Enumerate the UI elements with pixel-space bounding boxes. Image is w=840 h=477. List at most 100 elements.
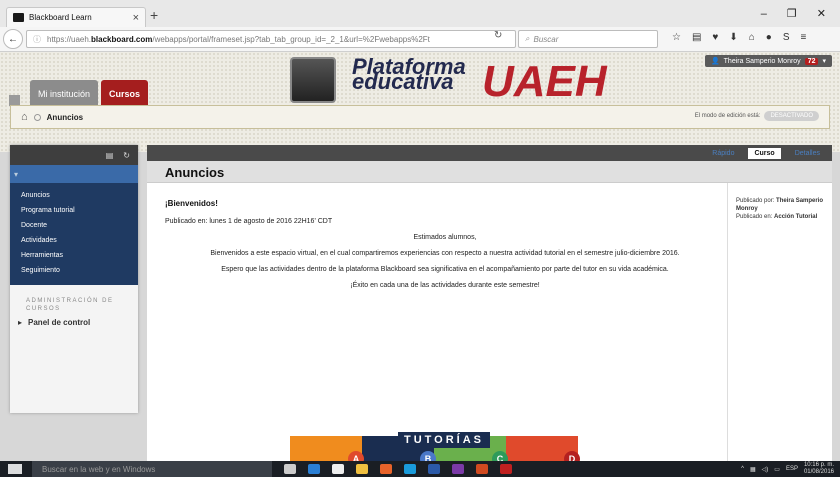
pocket-icon[interactable]: ♥ xyxy=(712,32,718,43)
user-icon: 👤 xyxy=(710,58,720,65)
announcement-p1: Estimados alumnos, xyxy=(413,234,477,241)
sidebar-item-herramientas[interactable]: Herramientas xyxy=(10,249,138,264)
edit-mode-switch[interactable]: DESACTIVADO xyxy=(764,111,819,121)
volume-icon[interactable]: ◁) xyxy=(762,466,769,473)
collapse-arrow-icon[interactable]: ▾ xyxy=(14,170,18,179)
announcement-body: Estimados alumnos, Bienvenidos a este es… xyxy=(165,234,725,289)
tab-detalles[interactable]: Detalles xyxy=(789,148,826,159)
tab-curso[interactable]: Curso xyxy=(748,147,781,159)
uaeh-crest-logo xyxy=(290,57,336,103)
clock-date: 01/08/2016 xyxy=(803,469,834,475)
breadcrumb[interactable]: Anuncios xyxy=(47,113,83,122)
notification-icon[interactable]: ▭ xyxy=(774,466,780,473)
reload-icon[interactable]: ↻ xyxy=(494,30,502,41)
announcement-p2: Bienvenidos a este espacio virtual, en e… xyxy=(210,250,680,257)
home-icon[interactable]: ⌂ xyxy=(21,111,28,123)
powerpoint-icon[interactable] xyxy=(476,464,488,474)
clock[interactable]: 10:16 p. m. 01/08/2016 xyxy=(804,462,834,476)
edit-mode-toggle: El modo de edición está: DESACTIVADO xyxy=(695,111,819,121)
sidebar-item-docente[interactable]: Docente xyxy=(10,219,138,234)
browser-search-box[interactable]: ⌕ Buscar xyxy=(518,30,658,48)
site-header: 👤 Theira Samperio Monroy 72 ▾ Plataforma… xyxy=(0,52,840,152)
content-area: Rápido Curso Detalles Anuncios ¡Bienveni… xyxy=(147,145,832,461)
dropdown-icon[interactable]: ▾ xyxy=(822,57,826,65)
close-window-icon[interactable]: ✕ xyxy=(817,7,826,20)
banner-letter-c: C xyxy=(492,451,508,461)
announcement-date: Publicado en: lunes 1 de agosto de 2016 … xyxy=(165,218,333,225)
breadcrumb-separator-icon xyxy=(33,113,41,121)
edge-icon[interactable] xyxy=(308,464,320,474)
blackboard-favicon-icon xyxy=(13,13,24,22)
url-domain: blackboard.com xyxy=(91,34,153,44)
sidebar-item-actividades[interactable]: Actividades xyxy=(10,234,138,249)
page-area: 👤 Theira Samperio Monroy 72 ▾ Plataforma… xyxy=(0,52,840,461)
banner-letter-d: D xyxy=(564,451,580,461)
sidebar-item-anuncios[interactable]: Anuncios xyxy=(10,189,138,204)
acrobat-icon[interactable] xyxy=(500,464,512,474)
logo-line2: educativa xyxy=(352,69,454,94)
app-icon[interactable] xyxy=(452,464,464,474)
logo-uaeh: UAEH xyxy=(482,57,607,106)
window-controls: – ❐ ✕ xyxy=(761,0,840,27)
browser-tab-bar: Blackboard Learn × + – ❐ ✕ xyxy=(0,0,840,27)
browser-tab[interactable]: Blackboard Learn × xyxy=(6,7,146,27)
course-menu-list: Anuncios Programa tutorial Docente Activ… xyxy=(10,183,138,285)
sidebar-item-seguimiento[interactable]: Seguimiento xyxy=(10,264,138,279)
task-view-icon[interactable] xyxy=(284,464,296,474)
tab-rapido[interactable]: Rápido xyxy=(706,148,740,159)
file-explorer-icon[interactable] xyxy=(356,464,368,474)
announcement: ¡Bienvenidos! Publicado en: lunes 1 de a… xyxy=(165,199,725,289)
control-panel-item[interactable]: ▸ Panel de control xyxy=(10,313,138,327)
firefox-icon[interactable] xyxy=(380,464,392,474)
menu-icon[interactable]: ≡ xyxy=(801,32,807,43)
skype-taskbar-icon[interactable] xyxy=(404,464,416,474)
close-tab-icon[interactable]: × xyxy=(133,12,139,24)
search-placeholder: Buscar xyxy=(533,34,559,44)
language-indicator[interactable]: ESP xyxy=(786,466,798,472)
taskbar-search[interactable]: Buscar en la web y en Windows xyxy=(32,461,272,477)
announcement-p4: ¡Éxito en cada una de las actividades du… xyxy=(350,282,540,289)
network-icon[interactable]: ▦ xyxy=(750,466,756,473)
home-icon[interactable]: ⌂ xyxy=(749,32,755,43)
main-tabs: Mi institución Cursos xyxy=(30,80,149,105)
windows-taskbar: Buscar en la web y en Windows ^ ▦ ◁) ▭ E… xyxy=(0,461,840,477)
maximize-icon[interactable]: ❐ xyxy=(787,7,797,20)
control-panel-label: Panel de control xyxy=(28,318,91,327)
store-icon[interactable] xyxy=(332,464,344,474)
reading-list-icon[interactable]: ▤ xyxy=(692,32,701,43)
tab-mi-institucion[interactable]: Mi institución xyxy=(30,80,99,105)
new-tab-button[interactable]: + xyxy=(150,7,158,23)
url-prefix: https://uaeh. xyxy=(47,34,92,44)
tray-up-icon[interactable]: ^ xyxy=(741,466,744,472)
extension-icon[interactable]: ● xyxy=(766,32,772,43)
admin-heading: ADMINISTRACIÓN DE CURSOS xyxy=(26,298,114,312)
view-tabs: Rápido Curso Detalles xyxy=(147,145,832,161)
refresh-icon[interactable]: ↻ xyxy=(123,151,130,160)
download-icon[interactable]: ⬇ xyxy=(729,32,737,43)
minimize-icon[interactable]: – xyxy=(761,8,767,20)
posted-in: Acción Tutorial xyxy=(774,214,818,220)
sidebar-item-programa-tutorial[interactable]: Programa tutorial xyxy=(10,204,138,219)
banner-title: TUTORÍAS xyxy=(398,432,491,448)
browser-nav-bar: ← ⓘ https://uaeh. blackboard.com/webapps/… xyxy=(0,27,840,52)
tutorias-banner: TUTORÍAS A B C D xyxy=(290,432,580,461)
user-menu[interactable]: 👤 Theira Samperio Monroy 72 ▾ xyxy=(704,55,832,67)
banner-letter-b: B xyxy=(420,451,436,461)
word-icon[interactable] xyxy=(428,464,440,474)
tab-cursos[interactable]: Cursos xyxy=(101,80,149,105)
skype-icon[interactable]: S xyxy=(783,32,790,43)
banner-letter-a: A xyxy=(348,451,364,461)
site-info-icon[interactable]: ⓘ xyxy=(33,34,41,45)
site-logo-text: Plataforma educativa UAEH xyxy=(352,56,607,104)
notification-badge[interactable]: 72 xyxy=(804,57,819,65)
bookmark-star-icon[interactable]: ☆ xyxy=(672,32,681,43)
menu-view-icon[interactable]: ▤ xyxy=(106,151,114,160)
course-title-row[interactable]: ▾ xyxy=(10,165,138,183)
announcement-p3: Espero que las actividades dentro de la … xyxy=(221,266,669,273)
course-menu: ▤ ↻ ▾ Anuncios Programa tutorial Docente… xyxy=(10,145,138,413)
announcement-meta: Publicado por: Theira Samperio Monroy Pu… xyxy=(727,183,832,461)
tab-title: Blackboard Learn xyxy=(29,13,92,22)
back-button[interactable]: ← xyxy=(3,29,23,49)
address-bar[interactable]: ⓘ https://uaeh. blackboard.com/webapps/po… xyxy=(26,30,516,48)
windows-start-icon[interactable] xyxy=(8,464,22,474)
